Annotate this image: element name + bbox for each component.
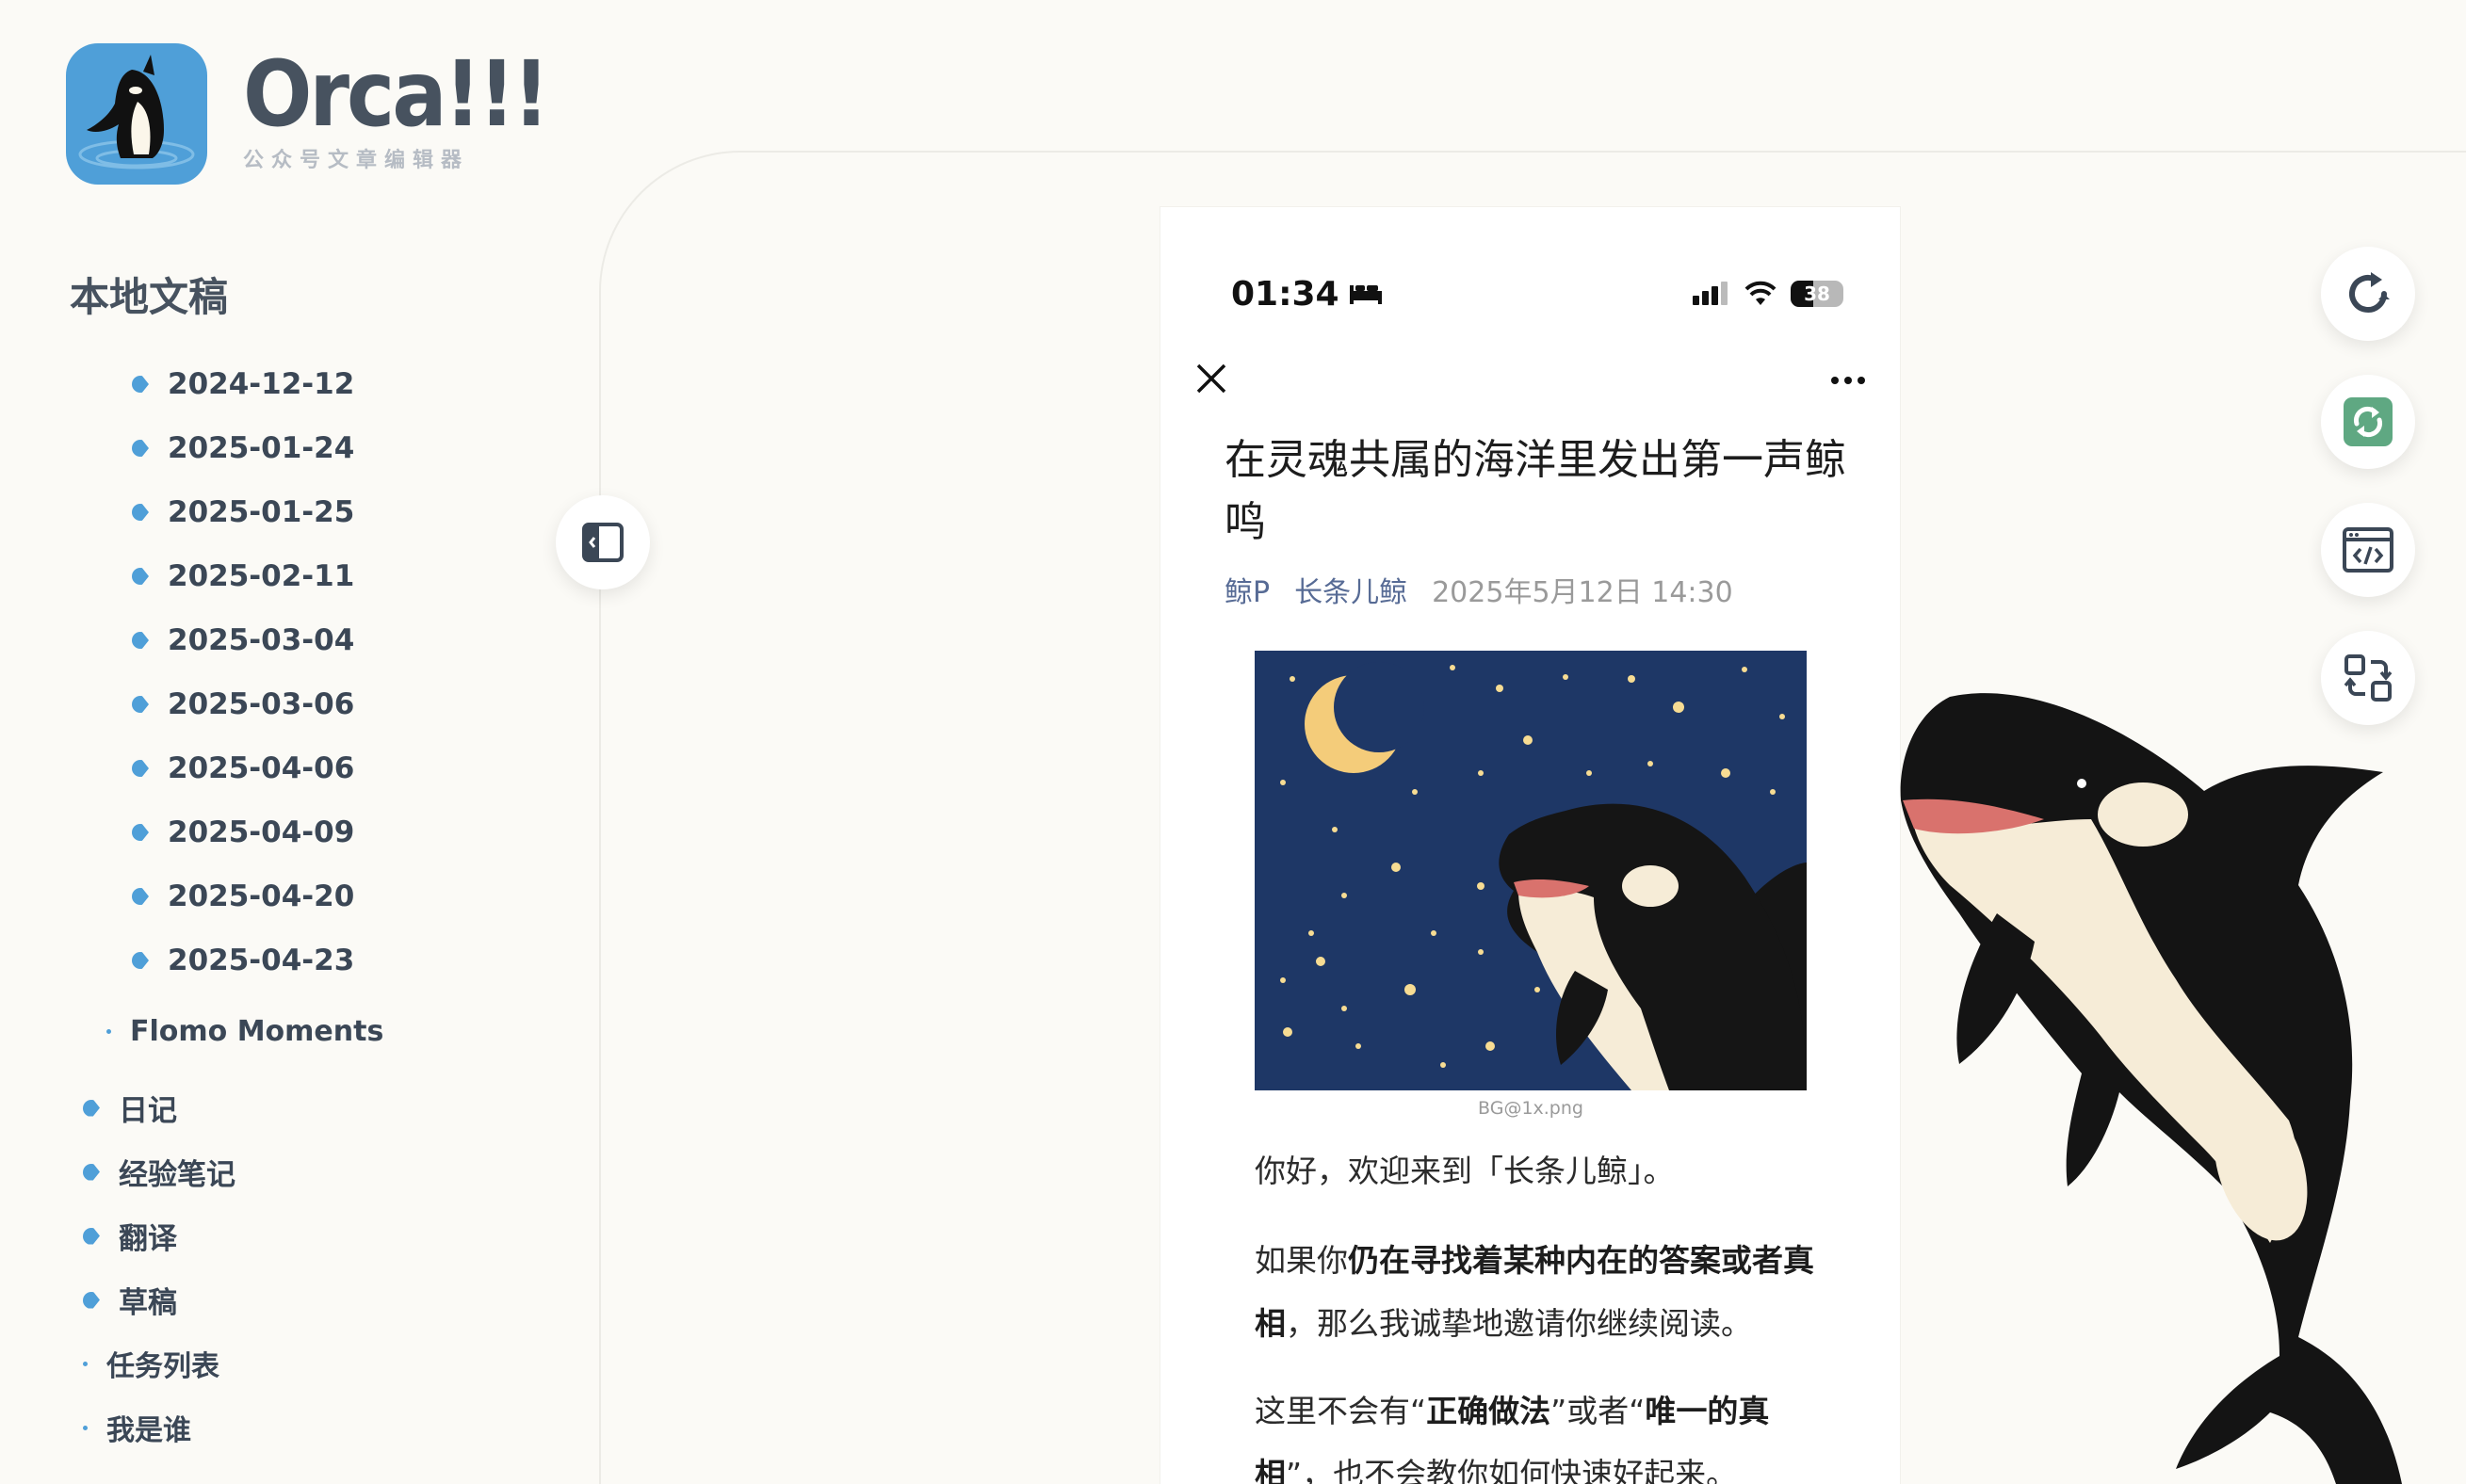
status-time: 01:34 <box>1231 274 1339 314</box>
wifi-icon <box>1744 281 1776 305</box>
sidebar-toggle-icon <box>582 523 624 562</box>
bed-icon <box>1349 285 1382 304</box>
more-dot-icon <box>1831 377 1839 384</box>
article-paragraph: 这里不会有“正确做法”或者“唯一的真相”，也不会教你如何快速好起来。 <box>1255 1379 1820 1484</box>
layout-switch-button[interactable] <box>2321 631 2415 725</box>
tree-item-label: 任务列表 <box>106 1350 219 1383</box>
paragraph-text: 如果你 <box>1255 1242 1348 1279</box>
tree-item-folder[interactable]: 草稿 <box>83 1279 177 1321</box>
tree-item-label: 2025-03-06 <box>168 687 355 721</box>
folder-icon <box>132 504 149 521</box>
tree-item-folder[interactable]: 2025-01-25 <box>132 495 354 529</box>
tree-item-folder[interactable]: 翻译 <box>83 1215 177 1257</box>
folder-icon <box>132 696 149 713</box>
folder-icon <box>132 760 149 777</box>
cover-image <box>1255 651 1807 1090</box>
folder-icon <box>132 568 149 585</box>
paragraph-text: ”，也不会教你如何快速好起来。 <box>1286 1456 1738 1484</box>
tree-item-label: 经验笔记 <box>119 1158 235 1192</box>
file-bullet-icon <box>83 1361 88 1366</box>
folder-icon <box>83 1291 100 1309</box>
tree-item-folder[interactable]: 2025-02-11 <box>132 559 354 593</box>
folder-icon <box>132 952 149 969</box>
tree-item-label: 2025-03-04 <box>168 623 355 657</box>
article-paragraph: 你好，欢迎来到「长条儿鲸」。 <box>1255 1139 1820 1202</box>
tree-item-label: 2025-01-24 <box>168 431 355 465</box>
image-caption: BG@1x.png <box>1478 1098 1583 1119</box>
tree-item-label: 2025-04-20 <box>168 879 355 913</box>
paragraph-text: ，那么我诚挚地邀请你继续阅读。 <box>1286 1305 1752 1342</box>
tree-item-folder[interactable]: 2025-04-09 <box>132 815 354 849</box>
code-view-icon <box>2343 527 2393 573</box>
tree-item-label: Flomo Moments <box>130 1015 384 1048</box>
tree-item-folder[interactable]: 2025-01-24 <box>132 431 354 465</box>
folder-icon <box>132 888 149 905</box>
brand-name: Orca!!! <box>243 41 550 147</box>
tree-item-label: 翻译 <box>119 1222 177 1256</box>
paragraph-text: ”或者“ <box>1550 1393 1646 1429</box>
battery-icon: 38 <box>1791 281 1843 307</box>
wechat-sync-button[interactable] <box>2321 375 2415 469</box>
code-view-button[interactable] <box>2321 503 2415 597</box>
close-button[interactable] <box>1194 362 1228 399</box>
tree-item-label: 2025-01-25 <box>168 495 355 529</box>
publish-date: 2025年5月12日 14:30 <box>1432 576 1733 609</box>
tree-item-folder[interactable]: 2025-03-04 <box>132 623 354 657</box>
orca-logo-icon <box>66 43 207 185</box>
author-link[interactable]: 长条儿鲸 <box>1294 569 1407 610</box>
tree-item-folder[interactable]: 2024-12-12 <box>132 367 354 401</box>
account-link[interactable]: 鲸P <box>1225 569 1270 610</box>
section-title: 本地文稿 <box>70 274 229 320</box>
tree-item-label: 我是谁 <box>106 1414 191 1447</box>
brand-subtitle: 公众号文章编辑器 <box>243 149 470 172</box>
folder-icon <box>132 376 149 393</box>
signal-icon <box>1693 282 1728 305</box>
file-bullet-icon <box>106 1029 111 1034</box>
article-title: 在灵魂共属的海洋里发出第一声鲸鸣 <box>1225 436 1846 546</box>
tree-item-label: 草稿 <box>119 1286 177 1320</box>
tree-item-folder[interactable]: 2025-04-20 <box>132 879 354 913</box>
tree-item-folder[interactable]: 经验笔记 <box>83 1151 235 1193</box>
tree-item-label: 2025-02-11 <box>168 559 355 593</box>
tree-item-folder[interactable]: 2025-04-06 <box>132 751 354 785</box>
tree-item-label: 2024-12-12 <box>168 367 355 401</box>
folder-icon <box>83 1227 100 1245</box>
paragraph-text: 这里不会有“ <box>1255 1393 1427 1429</box>
tree-item-folder[interactable]: 2025-04-23 <box>132 944 354 977</box>
sidebar-toggle-button[interactable] <box>556 495 650 589</box>
status-bar: 01:34 38 <box>1231 273 1843 315</box>
folder-icon <box>83 1099 100 1117</box>
tree-item-label: 2025-04-09 <box>168 815 355 849</box>
tree-item-file[interactable]: 我是谁 <box>83 1407 191 1448</box>
more-dot-icon <box>1858 377 1865 384</box>
battery-level: 38 <box>1804 282 1830 305</box>
tree-item-label: 2025-04-06 <box>168 751 355 785</box>
refresh-icon <box>2349 272 2390 313</box>
tree-item-folder[interactable]: 2025-03-06 <box>132 687 354 721</box>
paragraph-bold: 正确做法 <box>1426 1393 1551 1429</box>
folder-icon <box>83 1163 100 1181</box>
folder-icon <box>132 824 149 841</box>
refresh-button[interactable] <box>2321 247 2415 341</box>
tree-item-label: 日记 <box>119 1094 177 1128</box>
file-bullet-icon <box>83 1425 88 1430</box>
close-icon <box>1196 363 1226 394</box>
tree-item-file[interactable]: 任务列表 <box>83 1343 219 1384</box>
orca-illustration <box>1900 693 2402 1484</box>
folder-icon <box>132 632 149 649</box>
paragraph-text: 你好，欢迎来到「长条儿鲸」。 <box>1255 1153 1675 1189</box>
article-meta: 鲸P 长条儿鲸 2025年5月12日 14:30 <box>1225 569 1733 610</box>
more-button[interactable] <box>1831 377 1865 384</box>
tree-item-file[interactable]: Flomo Moments <box>106 1015 383 1048</box>
wechat-sync-icon <box>2344 397 2393 446</box>
brand: Orca!!! 公众号文章编辑器 <box>66 41 550 185</box>
more-dot-icon <box>1844 377 1852 384</box>
tree-item-label: 2025-04-23 <box>168 944 355 977</box>
tree-item-folder[interactable]: 日记 <box>83 1087 177 1129</box>
article-paragraph: 如果你仍在寻找着某种内在的答案或者真相，那么我诚挚地邀请你继续阅读。 <box>1255 1229 1820 1355</box>
layout-switch-icon <box>2344 654 2393 702</box>
folder-icon <box>132 440 149 457</box>
